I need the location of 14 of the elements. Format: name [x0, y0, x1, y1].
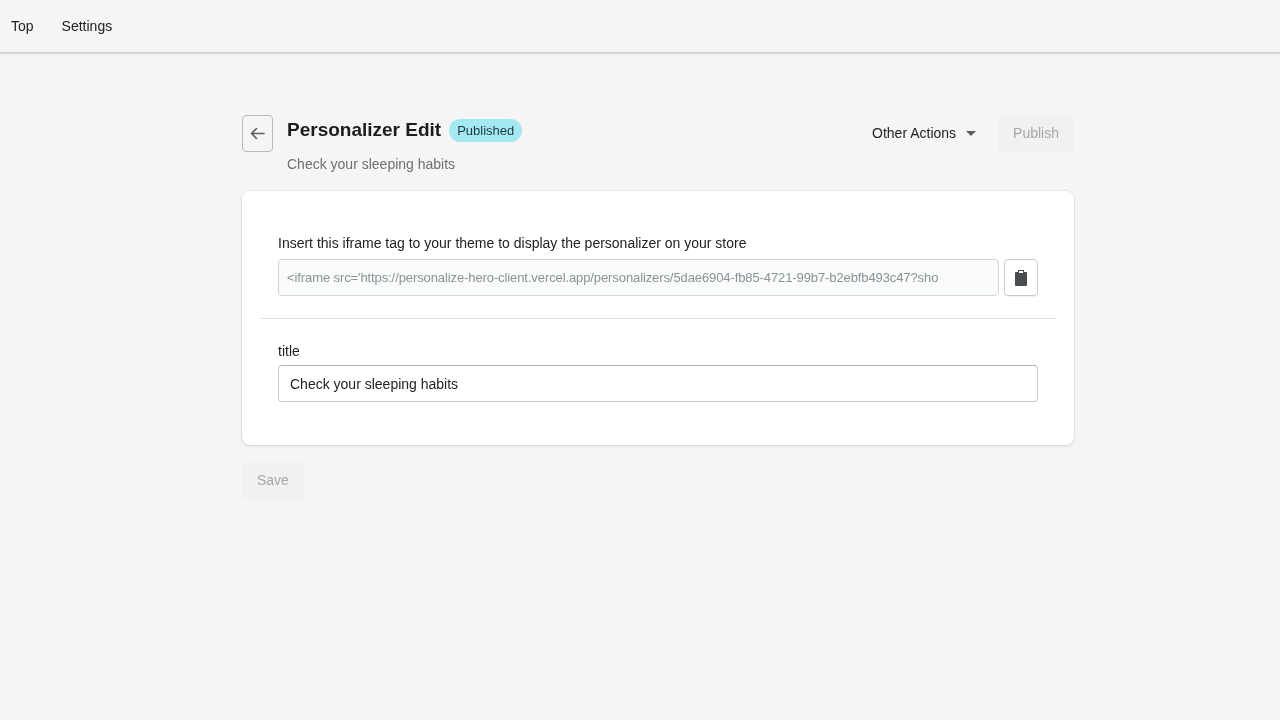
- status-badge: Published: [449, 118, 523, 142]
- copy-button[interactable]: [1004, 259, 1038, 296]
- left-arrow-icon: [250, 127, 265, 140]
- title-field[interactable]: Check your sleeping habits: [278, 365, 1038, 402]
- clipboard-icon: [1015, 269, 1027, 286]
- back-button[interactable]: [242, 115, 273, 152]
- caret-icon: [966, 131, 977, 136]
- other-actions-button[interactable]: Other Actions: [872, 123, 977, 144]
- page-title: Personalizer Edit: [287, 118, 442, 142]
- field-label: title: [278, 342, 301, 361]
- field-label: Insert this iframe tag to your theme to display the personalizer on your store: [278, 234, 748, 253]
- nav-link[interactable]: Top: [11, 15, 34, 37]
- nav-link[interactable]: Settings: [61, 15, 113, 37]
- page-subtitle: Check your sleeping habits: [287, 155, 457, 174]
